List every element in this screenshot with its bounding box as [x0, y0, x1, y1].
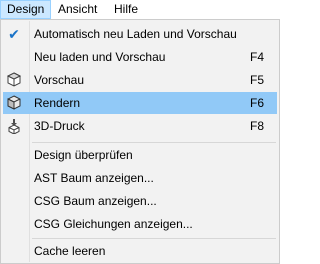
- menu-item-label: 3D-Druck: [34, 119, 85, 133]
- menu-item-show-ast-tree[interactable]: AST Baum anzeigen...: [3, 167, 277, 189]
- menu-item-label: Neu laden und Vorschau: [34, 50, 166, 64]
- menu-item-label: Rendern: [34, 96, 81, 110]
- preview-cube-icon: [6, 72, 22, 88]
- design-dropdown-menu: ✔ Automatisch neu Laden und Vorschau Neu…: [0, 19, 280, 264]
- 3d-print-icon: [6, 118, 22, 135]
- menu-item-auto-reload[interactable]: ✔ Automatisch neu Laden und Vorschau: [3, 23, 277, 45]
- menu-bar: Design Ansicht Hilfe: [0, 0, 281, 19]
- menu-item-label: CSG Gleichungen anzeigen...: [34, 217, 193, 231]
- menu-item-clear-cache[interactable]: Cache leeren: [3, 240, 277, 262]
- menu-item-show-csg-tree[interactable]: CSG Baum anzeigen...: [3, 190, 277, 212]
- menu-item-3d-print[interactable]: 3D-Druck F8: [3, 115, 277, 137]
- menu-separator: [32, 238, 276, 239]
- menu-item-preview[interactable]: Vorschau F5: [3, 69, 277, 91]
- menu-hilfe[interactable]: Hilfe: [108, 0, 144, 19]
- menu-item-shortcut: F6: [249, 96, 264, 110]
- menu-item-label: Design überprüfen: [34, 148, 133, 162]
- menu-design[interactable]: Design: [0, 0, 52, 19]
- checkmark-icon: ✔: [8, 26, 20, 42]
- menu-ansicht[interactable]: Ansicht: [52, 0, 103, 19]
- menu-separator: [32, 142, 276, 143]
- menu-item-reload-preview[interactable]: Neu laden und Vorschau F4: [3, 46, 277, 68]
- menu-item-shortcut: F8: [249, 119, 264, 133]
- menu-item-label: Cache leeren: [34, 244, 106, 258]
- menu-item-show-csg-equations[interactable]: CSG Gleichungen anzeigen...: [3, 213, 277, 235]
- menu-item-render[interactable]: Rendern F6: [3, 92, 277, 114]
- menu-item-check-design[interactable]: Design überprüfen: [3, 144, 277, 166]
- render-cube-icon: [6, 95, 22, 111]
- menu-item-shortcut: F4: [249, 50, 264, 64]
- menu-item-label: AST Baum anzeigen...: [34, 171, 154, 185]
- menu-item-shortcut: F5: [249, 73, 264, 87]
- menu-item-label: CSG Baum anzeigen...: [34, 194, 157, 208]
- menu-item-label: Vorschau: [34, 73, 85, 87]
- menu-item-label: Automatisch neu Laden und Vorschau: [34, 27, 237, 41]
